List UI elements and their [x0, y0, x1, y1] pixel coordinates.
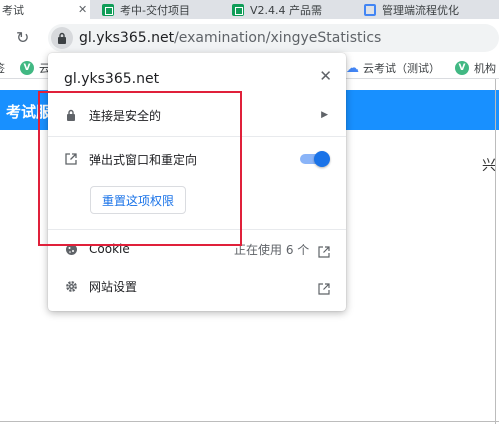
page-title: 考试服	[6, 103, 52, 121]
bookmark-item[interactable]: V 机构	[455, 60, 496, 76]
bookmark-label: 云考试（测试）	[363, 62, 440, 75]
popups-toggle[interactable]	[300, 151, 330, 167]
tab-current[interactable]: 考试 ✕	[0, 0, 90, 19]
toggle-knob	[314, 151, 330, 167]
tab-process[interactable]: 管理端流程优化	[364, 0, 499, 19]
bookmark-item[interactable]: 签	[0, 60, 5, 76]
vue-icon: V	[455, 61, 469, 75]
lock-icon	[64, 108, 78, 122]
divider	[48, 136, 346, 137]
connection-label: 连接是安全的	[89, 108, 162, 123]
gear-icon	[64, 279, 78, 293]
tab-close-icon[interactable]: ✕	[78, 3, 87, 16]
lock-icon	[58, 32, 66, 44]
reload-icon[interactable]: ↻	[16, 28, 29, 47]
tab-label: 管理端流程优化	[382, 3, 459, 17]
tab-label: 考试	[2, 3, 24, 17]
cloud-icon: ☁	[346, 60, 359, 76]
external-link-icon	[318, 243, 330, 258]
vue-icon: V	[20, 61, 34, 75]
cookie-row[interactable]: Cookie 正在使用 6 个	[48, 235, 346, 263]
open-in-new-icon	[64, 152, 78, 166]
cookie-count: 正在使用 6 个	[234, 242, 310, 257]
tab-product[interactable]: V2.4.4 产品需	[232, 0, 356, 19]
divider	[0, 421, 499, 422]
sheets-icon	[232, 3, 244, 16]
tab-delivery[interactable]: 考中-交付项目	[102, 0, 226, 19]
external-link-icon	[318, 280, 330, 295]
tab-strip: 考试 ✕ 考中-交付项目 V2.4.4 产品需 管理端流程优化	[0, 0, 499, 19]
popup-host: gl.yks365.net	[64, 71, 160, 87]
popups-redirects-row: 弹出式窗口和重定向	[48, 145, 346, 173]
site-settings-label: 网站设置	[89, 279, 138, 294]
cookie-label: Cookie	[89, 242, 130, 256]
chevron-right-icon: ▶	[321, 110, 328, 120]
site-info-popup: gl.yks365.net ✕ 连接是安全的 ▶ 弹出式窗口和重定向 重置这项权…	[48, 53, 346, 311]
site-info-button[interactable]	[51, 27, 73, 49]
cookie-icon	[64, 242, 78, 256]
divider	[495, 79, 496, 424]
tab-label: V2.4.4 产品需	[250, 3, 323, 17]
sheets-icon	[102, 3, 114, 16]
connection-secure-row[interactable]: 连接是安全的 ▶	[48, 101, 346, 129]
url-text[interactable]: gl.yks365.net/examination/xingyeStatisti…	[79, 30, 381, 46]
browser-toolbar: ↻ gl.yks365.net/examination/xingyeStatis…	[0, 19, 499, 57]
tab-label: 考中-交付项目	[120, 3, 190, 17]
url-path: /examination/xingyeStatistics	[174, 30, 382, 46]
site-icon	[364, 3, 376, 16]
bookmark-label: 签	[0, 60, 5, 76]
reset-permission-button[interactable]: 重置这项权限	[90, 186, 186, 214]
close-icon[interactable]: ✕	[319, 67, 332, 85]
site-settings-row[interactable]: 网站设置	[48, 272, 346, 300]
page-text-fragment: 兴	[482, 158, 496, 174]
popups-label: 弹出式窗口和重定向	[89, 152, 198, 167]
bookmark-label: 机构	[474, 62, 496, 75]
url-host: gl.yks365.net	[79, 30, 175, 46]
divider	[48, 229, 346, 230]
bookmark-item[interactable]: ☁ 云考试（测试）	[346, 60, 440, 76]
bookmark-item[interactable]: V 云	[20, 60, 50, 76]
